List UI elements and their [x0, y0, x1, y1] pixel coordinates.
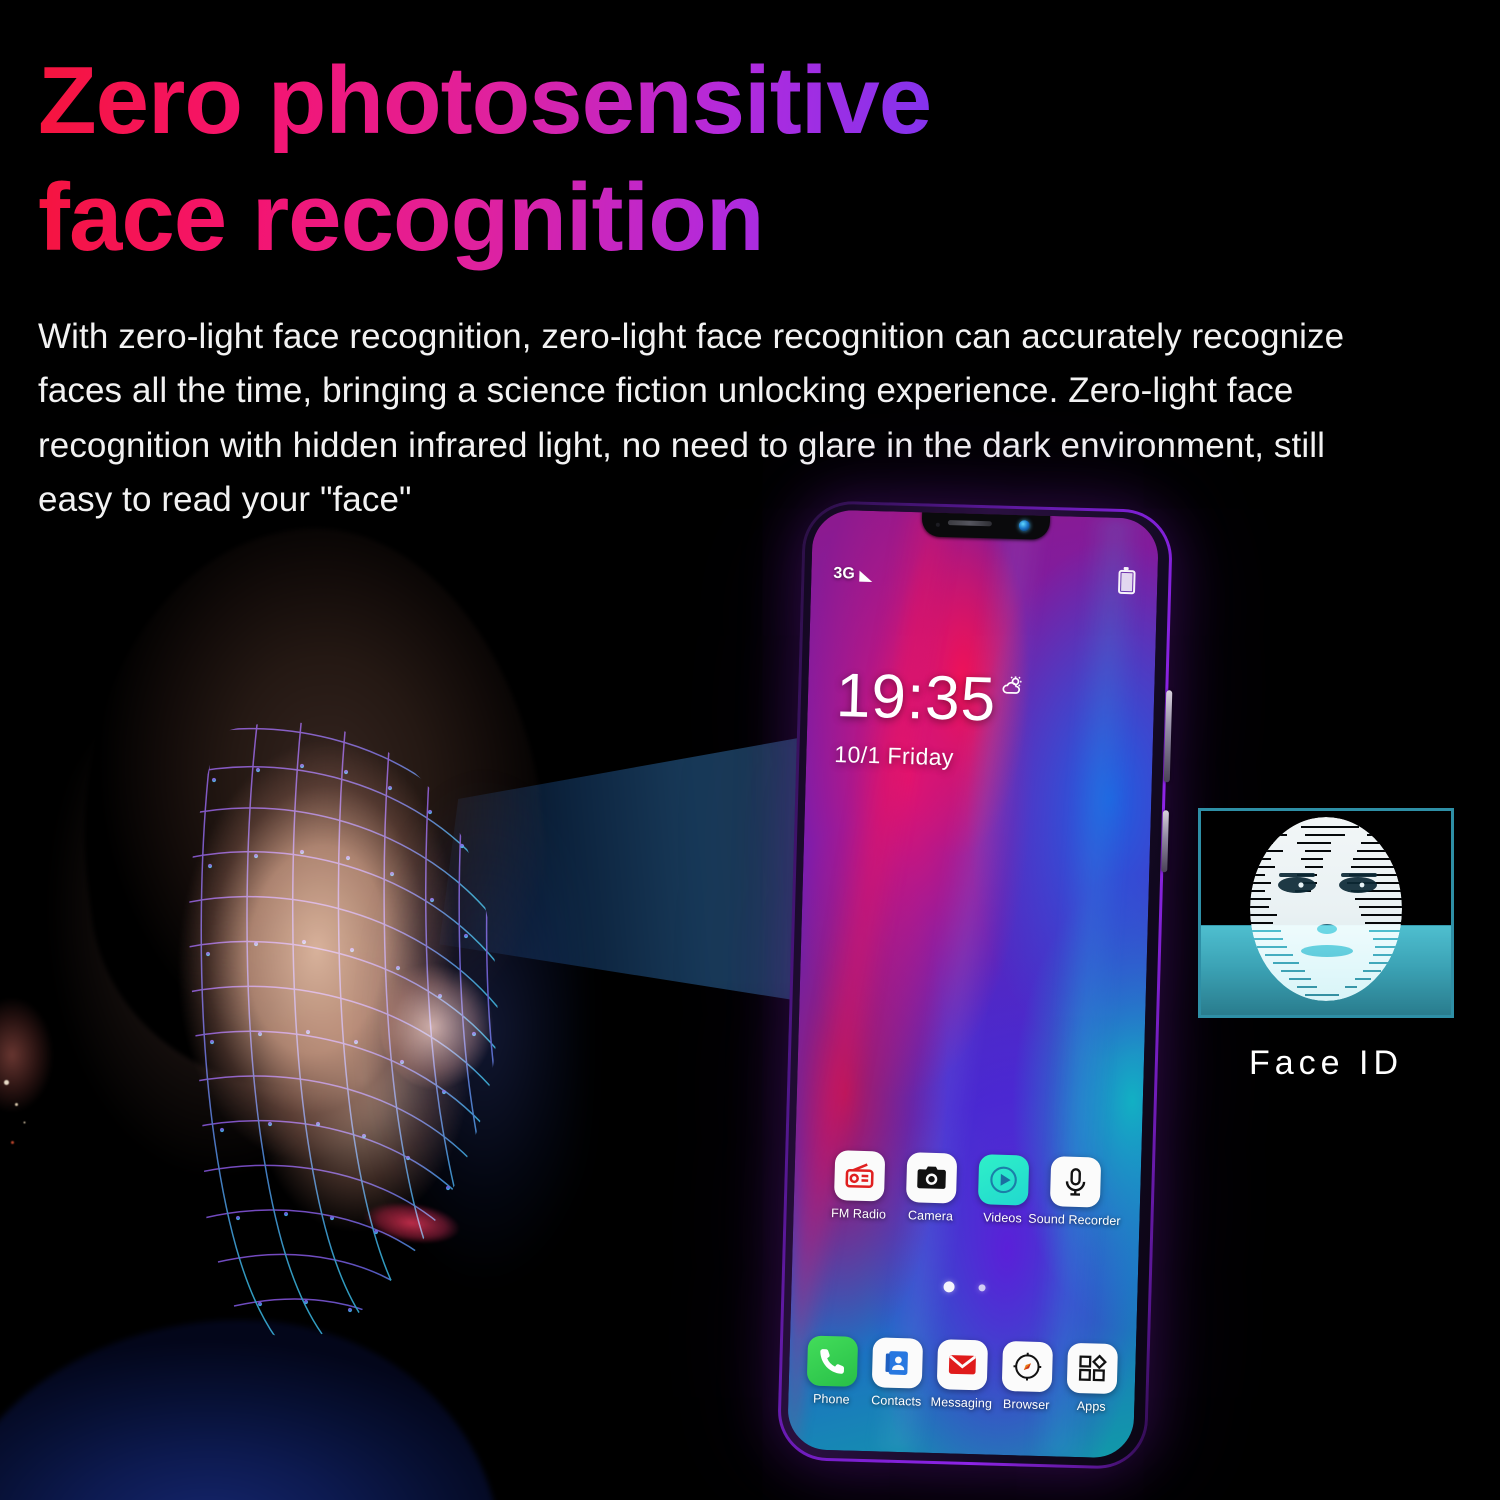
- app-label: Apps: [1076, 1399, 1106, 1414]
- app-contacts[interactable]: Contacts: [869, 1337, 925, 1409]
- notch: [921, 510, 1051, 540]
- page-dot[interactable]: [978, 1284, 986, 1292]
- app-label: Messaging: [930, 1394, 993, 1411]
- radio-icon: [833, 1150, 886, 1202]
- app-label: FM Radio: [830, 1206, 887, 1222]
- clock-date: 10/1 Friday: [834, 740, 955, 771]
- envelope-icon: [936, 1339, 989, 1391]
- camera-icon: [905, 1152, 958, 1204]
- clock-time: 19:35: [835, 661, 998, 735]
- face-id-label: Face ID: [1248, 1044, 1404, 1082]
- app-label: Videos: [983, 1210, 1022, 1226]
- signal-triangle-icon: [859, 570, 873, 582]
- status-bar-left: 3G: [833, 565, 873, 584]
- power-button[interactable]: [1161, 810, 1169, 873]
- face-mesh-overlay: [189, 722, 498, 1339]
- phone-handset-icon: [806, 1335, 859, 1387]
- app-label: Contacts: [871, 1393, 922, 1409]
- microphone-icon: [1049, 1156, 1102, 1208]
- page-dot-active[interactable]: [943, 1281, 955, 1293]
- body-paragraph: With zero-light face recognition, zero-l…: [38, 317, 1345, 519]
- app-fm-radio[interactable]: FM Radio: [830, 1150, 887, 1222]
- app-browser[interactable]: Browser: [999, 1340, 1055, 1413]
- app-row: FM Radio Camera Videos Sound Recorder: [793, 1149, 1141, 1229]
- play-circle-icon: [977, 1154, 1030, 1206]
- app-label: Browser: [1002, 1396, 1050, 1413]
- address-book-icon: [871, 1337, 924, 1389]
- sun-behind-cloud-icon: [1002, 676, 1022, 694]
- phone-frame: 3G 19:35 10/1 Friday FM Radio Camera Vid…: [776, 500, 1174, 1470]
- app-videos[interactable]: Videos: [975, 1154, 1031, 1225]
- phone-device: 3G 19:35 10/1 Friday FM Radio Camera Vid…: [776, 500, 1174, 1470]
- app-messaging[interactable]: Messaging: [930, 1339, 992, 1411]
- volume-rocker-button[interactable]: [1163, 690, 1173, 783]
- proximity-sensor-icon: [935, 522, 940, 527]
- app-grid-icon: [1066, 1342, 1119, 1395]
- earring: [4, 1080, 9, 1085]
- battery-icon: [1117, 569, 1136, 595]
- network-label: 3G: [833, 564, 856, 583]
- app-sound-recorder[interactable]: Sound Recorder: [1028, 1156, 1121, 1228]
- subject-photo: [0, 520, 680, 1500]
- scan-band: [1201, 925, 1451, 1015]
- dock-row: Phone Contacts Messaging Browser Apps: [788, 1335, 1136, 1415]
- app-label: Sound Recorder: [1028, 1211, 1121, 1229]
- earpiece-speaker-icon: [947, 520, 992, 527]
- face-id-frame: [1198, 808, 1454, 1018]
- compass-icon: [1001, 1340, 1054, 1393]
- page-title: Zero photosensitive face recognition: [38, 42, 1218, 276]
- front-camera-icon: [1018, 520, 1030, 532]
- wallpaper: [786, 509, 1160, 1459]
- app-phone[interactable]: Phone: [804, 1335, 860, 1407]
- phone-screen[interactable]: 3G 19:35 10/1 Friday FM Radio Camera Vid…: [786, 509, 1160, 1459]
- promo-page: Zero photosensitive face recognition Wit…: [0, 0, 1500, 1500]
- lock-screen-clock: 19:35 10/1 Friday: [834, 661, 1025, 773]
- app-label: Camera: [907, 1208, 954, 1224]
- app-label: Phone: [812, 1391, 850, 1407]
- app-camera[interactable]: Camera: [903, 1152, 959, 1223]
- app-apps[interactable]: Apps: [1064, 1342, 1120, 1414]
- face-id-panel: Face ID: [1198, 808, 1454, 1083]
